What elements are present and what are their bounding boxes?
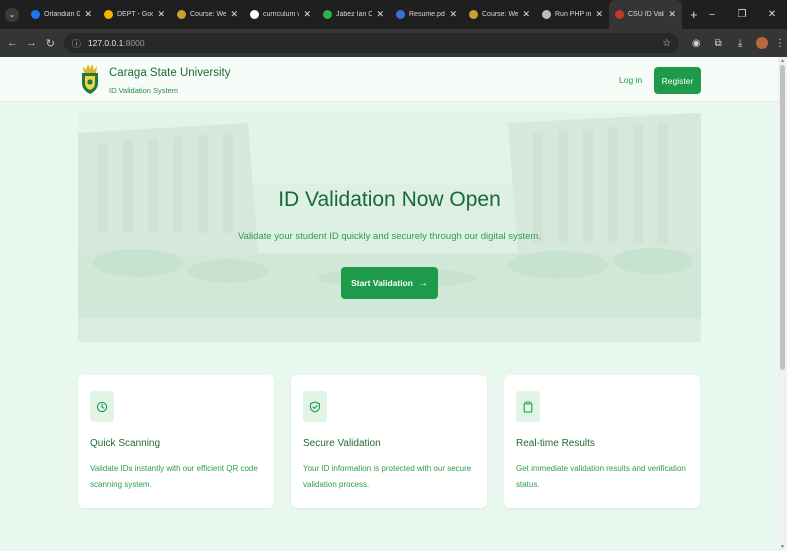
feature-title: Real-time Results [516,438,595,449]
hero-subtitle: Validate your student ID quickly and sec… [238,231,541,242]
university-logo [82,64,98,94]
minimize-icon[interactable]: – [697,9,727,20]
register-button[interactable]: Register [654,67,701,94]
url-port: :8000 [123,38,145,48]
browser-menu-icon[interactable]: ⋮ [773,38,787,49]
shield-check-icon [303,391,327,422]
browser-tab[interactable]: Resume.pdf ✕ [390,0,463,29]
back-icon[interactable]: ← [3,37,22,49]
browser-tab[interactable]: Orlandian G ✕ [25,0,98,29]
address-bar[interactable]: ⓘ 127.0.0.1:8000 ☆ [63,33,680,53]
close-tab-icon[interactable]: ✕ [449,9,457,20]
browser-tab-label: Course: Web [190,11,227,18]
site-info-icon[interactable]: ⓘ [72,37,81,50]
browser-tab[interactable]: Jabez Ian Ch✕ [317,0,390,29]
feature-title: Quick Scanning [90,438,161,449]
close-window-icon[interactable]: ✕ [757,9,787,20]
close-tab-icon[interactable]: ✕ [157,9,165,20]
start-validation-button[interactable]: Start Validation → [341,267,438,299]
browser-tab-label: Course: Web [482,11,519,18]
forward-icon[interactable]: → [22,37,41,49]
scroll-down-icon[interactable]: ▼ [780,544,785,550]
browser-tab-label: Resume.pdf [409,11,446,18]
extensions-puzzle-icon[interactable]: ⧉ [707,38,729,49]
feature-description: Your ID information is protected with ou… [303,464,472,489]
clock-icon [90,391,114,422]
browser-toolbar: ← → ↻ ⓘ 127.0.0.1:8000 ☆ ◉ ⧉ ⤓ ⋮ [0,29,787,57]
close-tab-icon[interactable]: ✕ [522,9,530,20]
browser-tab-label: Orlandian G [44,11,81,18]
download-icon[interactable]: ⤓ [729,38,751,49]
browser-tab[interactable]: DEPT - Goog✕ [98,0,171,29]
feature-card-real-time-results: Real-time Results Get immediate validati… [504,375,700,508]
browser-tab-bar: ⌄ Orlandian G✕DEPT - Goog✕Course: Web✕cu… [0,0,787,29]
browser-tab[interactable]: Course: Web✕ [463,0,536,29]
feature-card-quick-scanning: Quick Scanning Validate IDs instantly wi… [78,375,274,508]
reload-icon[interactable]: ↻ [41,37,60,50]
site-header: Caraga State University ID Validation Sy… [0,57,778,102]
google-drive-icon [104,10,113,19]
pdf-icon [396,10,405,19]
scroll-up-icon[interactable]: ▲ [780,58,785,64]
facebook-icon [31,10,40,19]
csu-course-icon [469,10,478,19]
green-circle-icon [323,10,332,19]
feature-description: Get immediate validation results and ver… [516,464,686,489]
tab-search-icon[interactable]: ⌄ [5,7,19,22]
feature-description: Validate IDs instantly with our efficien… [90,464,258,489]
extension-icon[interactable]: ◉ [685,38,707,49]
page-scrollbar[interactable]: ▲ ▼ [778,57,787,551]
close-tab-icon[interactable]: ✕ [376,9,384,20]
browser-tab[interactable]: Course: Web✕ [171,0,244,29]
browser-tab[interactable]: Run PHP in V✕ [536,0,609,29]
clipboard-icon [516,391,540,422]
globe-icon [542,10,551,19]
browser-tab-label: DEPT - Goog [117,11,154,18]
browser-tab-label: Jabez Ian Ch [336,11,373,18]
browser-tab-label: CSU ID Valid [628,11,664,18]
close-tab-icon[interactable]: ✕ [84,9,92,20]
login-link[interactable]: Log in [619,75,642,85]
close-tab-icon[interactable]: ✕ [668,9,676,20]
google-icon [250,10,259,19]
browser-tab-label: curriculum vi [263,11,300,18]
url-host: 127.0.0.1 [87,38,124,48]
close-tab-icon[interactable]: ✕ [230,9,238,20]
feature-card-secure-validation: Secure Validation Your ID information is… [291,375,487,508]
csu-logo-icon [615,10,624,19]
university-name: Caraga State University [109,67,231,79]
browser-tab-label: Run PHP in V [555,11,592,18]
close-tab-icon[interactable]: ✕ [595,9,603,20]
browser-tab[interactable]: CSU ID Valid ✕ [609,0,682,29]
profile-avatar[interactable] [756,37,769,49]
bookmark-star-icon[interactable]: ☆ [662,38,671,49]
window-controls: – ❐ ✕ [697,0,787,29]
start-validation-label: Start Validation [351,278,413,288]
scrollbar-thumb[interactable] [780,65,785,370]
hero-overlay [78,113,701,342]
close-tab-icon[interactable]: ✕ [303,9,311,20]
feature-title: Secure Validation [303,438,381,449]
hero-title: ID Validation Now Open [278,188,501,211]
csu-course-icon [177,10,186,19]
browser-tab[interactable]: curriculum vi ✕ [244,0,317,29]
page-viewport: Caraga State University ID Validation Sy… [0,57,778,551]
hero-banner: ID Validation Now Open Validate your stu… [78,113,701,342]
maximize-icon[interactable]: ❐ [727,9,757,20]
system-subtitle: ID Validation System [109,86,179,95]
arrow-right-icon: → [417,277,428,289]
